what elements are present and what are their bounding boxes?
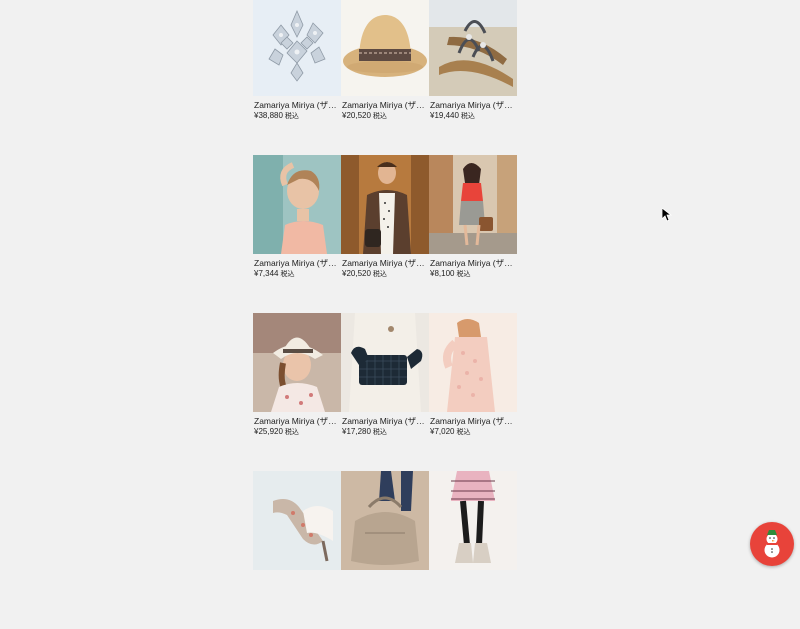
product-row: Zamariya Miriya (ザマリーヤ・ミリヤ) ¥7,344税込 Zam… <box>253 155 517 313</box>
product-row <box>253 471 517 629</box>
chat-button[interactable] <box>750 522 794 566</box>
product-card[interactable]: Zamariya Miriya (ザマリーヤ・ミリヤ) ¥8,100税込 <box>429 155 517 313</box>
product-price: ¥7,344 税込 <box>254 269 294 280</box>
tax-label: 税込 <box>284 429 299 436</box>
product-grid: Zamariya Miriya (ザマリーヤ・ミリヤ) ¥38,880税込 Za… <box>253 0 517 629</box>
product-price <box>342 585 344 596</box>
product-price: ¥7,020 税込 <box>430 427 470 438</box>
tax-label: 税込 <box>280 271 295 278</box>
product-card[interactable]: Zamariya Miriya (ザマリーヤ・ミリヤ) ¥20,520税込 <box>341 0 429 155</box>
product-image-woman-hat[interactable] <box>253 313 341 412</box>
product-price: ¥19,440 税込 <box>430 111 475 122</box>
product-name[interactable]: Zamariya Miriya (ザマリーヤ・ミリヤ) <box>254 258 340 268</box>
product-image-crystal-brooch[interactable] <box>253 0 341 96</box>
product-row: Zamariya Miriya (ザマリーヤ・ミリヤ) ¥38,880税込 Za… <box>253 0 517 155</box>
product-card[interactable] <box>341 471 429 629</box>
product-card[interactable] <box>253 471 341 629</box>
tax-label: 税込 <box>372 429 387 436</box>
product-card[interactable]: Zamariya Miriya (ザマリーヤ・ミリヤ) ¥7,020税込 <box>429 313 517 471</box>
price-value: ¥7,020 <box>430 427 455 436</box>
price-value: ¥19,440 <box>430 111 459 120</box>
product-price: ¥17,280 税込 <box>342 427 387 438</box>
product-price <box>254 585 256 596</box>
product-image-woman-street[interactable] <box>429 155 517 254</box>
product-image-heels[interactable] <box>253 471 341 570</box>
product-image-skirt-boots[interactable] <box>429 471 517 570</box>
product-image-straw-hat[interactable] <box>341 0 429 96</box>
product-image-pink-dress[interactable] <box>429 313 517 412</box>
tax-label: 税込 <box>284 113 299 120</box>
product-card[interactable] <box>429 471 517 629</box>
tax-label: 税込 <box>372 113 387 120</box>
tax-label: 税込 <box>456 429 471 436</box>
product-name[interactable]: Zamariya Miriya (ザマリーヤ・ミリヤ) <box>430 258 516 268</box>
product-image-woman-portrait[interactable] <box>253 155 341 254</box>
product-price: ¥20,520 税込 <box>342 111 387 122</box>
tax-label: 税込 <box>372 271 387 278</box>
product-price: ¥38,880 税込 <box>254 111 299 122</box>
price-value: ¥7,344 <box>254 269 279 278</box>
product-name[interactable]: Zamariya Miriya (ザマリーヤ・ミリヤ) <box>342 258 428 268</box>
product-price: ¥20,520 税込 <box>342 269 387 280</box>
product-card[interactable]: Zamariya Miriya (ザマリーヤ・ミリヤ) ¥7,344税込 <box>253 155 341 313</box>
product-card[interactable]: Zamariya Miriya (ザマリーヤ・ミリヤ) ¥19,440税込 <box>429 0 517 155</box>
product-image-quilted-clutch[interactable] <box>341 313 429 412</box>
product-card[interactable]: Zamariya Miriya (ザマリーヤ・ミリヤ) ¥38,880税込 <box>253 0 341 155</box>
product-row: Zamariya Miriya (ザマリーヤ・ミリヤ) ¥25,920税込 <box>253 313 517 471</box>
product-name[interactable]: Zamariya Miriya (ザマリーヤ・ミリヤ) <box>254 100 340 110</box>
product-price: ¥25,920 税込 <box>254 427 299 438</box>
product-name[interactable]: Zamariya Miriya (ザマリーヤ・ミリヤ) <box>430 416 516 426</box>
price-value: ¥17,280 <box>342 427 371 436</box>
snowman-icon <box>764 530 780 558</box>
product-name[interactable]: Zamariya Miriya (ザマリーヤ・ミリヤ) <box>254 416 340 426</box>
price-value: ¥8,100 <box>430 269 455 278</box>
product-image-man-with-bag[interactable] <box>341 155 429 254</box>
price-value: ¥25,920 <box>254 427 283 436</box>
product-card[interactable]: Zamariya Miriya (ザマリーヤ・ミリヤ) ¥25,920税込 <box>253 313 341 471</box>
price-value: ¥20,520 <box>342 269 371 278</box>
product-price <box>430 585 432 596</box>
product-price: ¥8,100 税込 <box>430 269 470 280</box>
price-value: ¥20,520 <box>342 111 371 120</box>
mouse-cursor-icon <box>662 208 672 222</box>
tax-label: 税込 <box>456 271 471 278</box>
product-image-handbag[interactable] <box>341 471 429 570</box>
product-card[interactable]: Zamariya Miriya (ザマリーヤ・ミリヤ) ¥20,520税込 <box>341 155 429 313</box>
product-name[interactable]: Zamariya Miriya (ザマリーヤ・ミリヤ) <box>342 416 428 426</box>
product-image-sandals[interactable] <box>429 0 517 96</box>
price-value: ¥38,880 <box>254 111 283 120</box>
product-name[interactable]: Zamariya Miriya (ザマリーヤ・ミリヤ) <box>342 100 428 110</box>
tax-label: 税込 <box>460 113 475 120</box>
product-card[interactable]: Zamariya Miriya (ザマリーヤ・ミリヤ) ¥17,280税込 <box>341 313 429 471</box>
product-name[interactable]: Zamariya Miriya (ザマリーヤ・ミリヤ) <box>430 100 516 110</box>
